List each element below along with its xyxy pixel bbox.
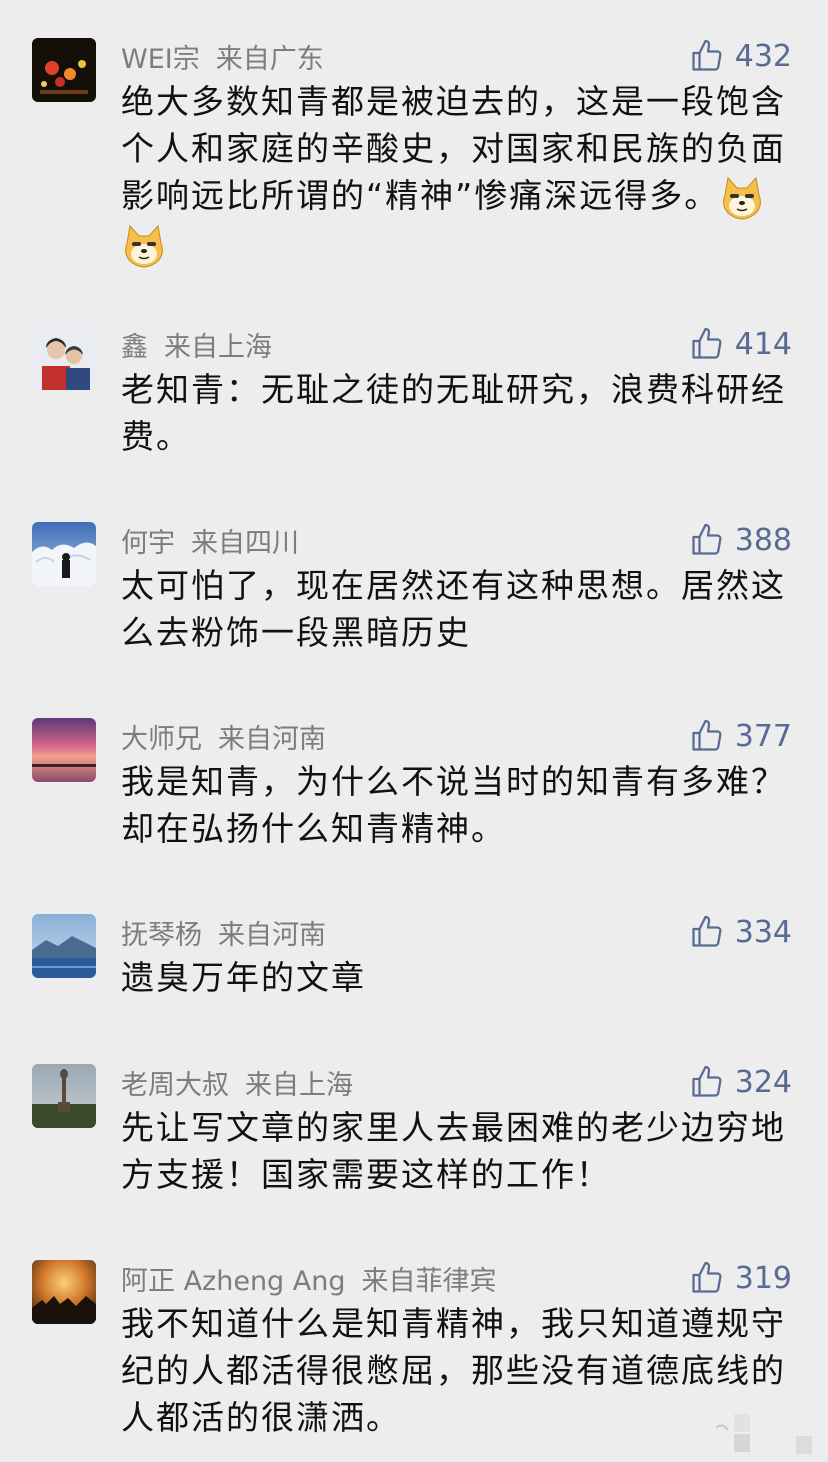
comment-text: 太可怕了，现在居然还有这种思想。居然这么去粉饰一段黑暗历史: [121, 566, 786, 652]
comment-text: 我是知青，为什么不说当时的知青有多难？却在弘扬什么知青精神。: [121, 762, 786, 848]
like-button[interactable]: 377: [689, 716, 792, 756]
like-button[interactable]: 319: [689, 1258, 792, 1298]
avatar[interactable]: [32, 522, 96, 586]
thumbs-up-icon: [692, 1065, 722, 1097]
doge-emoji-icon: [719, 175, 765, 221]
avatar[interactable]: [32, 38, 96, 102]
comment-location: 来自菲律宾: [361, 1265, 497, 1297]
thumbs-up-icon: [692, 39, 722, 71]
comment-text: 先让写文章的家里人去最困难的老少边穷地方支援！国家需要这样的工作！: [121, 1108, 786, 1194]
comment-location: 来自上海: [245, 1069, 353, 1101]
commenter-name[interactable]: WEI宗: [121, 37, 200, 76]
comment-text: 我不知道什么是知青精神，我只知道遵规守纪的人都活得很憋屈，那些没有道德底线的人都…: [121, 1304, 786, 1437]
doge-emoji-icon: [121, 223, 167, 269]
like-count: 414: [734, 326, 792, 362]
commenter-name[interactable]: 抚琴杨: [121, 913, 202, 952]
commenter-name[interactable]: 鑫: [121, 325, 148, 364]
like-button[interactable]: 414: [689, 324, 792, 364]
commenter-name[interactable]: 老周大叔: [121, 1063, 229, 1102]
avatar[interactable]: [32, 718, 96, 782]
comment-location: 来自广东: [215, 43, 324, 75]
like-button[interactable]: 388: [689, 520, 792, 560]
like-count: 432: [734, 38, 792, 74]
avatar[interactable]: [32, 1260, 96, 1324]
like-count: 319: [734, 1260, 792, 1296]
commenter-name[interactable]: 何宇: [121, 521, 175, 560]
like-count: 388: [734, 522, 792, 558]
avatar[interactable]: [32, 914, 96, 978]
like-button[interactable]: 334: [689, 912, 792, 952]
like-count: 324: [734, 1064, 792, 1100]
comment-text: 绝大多数知青都是被迫去的，这是一段饱含个人和家庭的辛酸史，对国家和民族的负面影响…: [121, 82, 786, 215]
comment-text: 老知青：无耻之徒的无耻研究，浪费科研经费。: [121, 370, 786, 456]
watermark-icon: [712, 1408, 822, 1462]
avatar[interactable]: [32, 1064, 96, 1128]
comment-location: 来自河南: [218, 723, 326, 755]
thumbs-up-icon: [692, 327, 722, 359]
like-count: 334: [734, 914, 792, 950]
comment-location: 来自上海: [164, 331, 272, 363]
comment-location: 来自河南: [218, 919, 326, 951]
thumbs-up-icon: [692, 1261, 722, 1293]
comment-location: 来自四川: [191, 527, 299, 559]
thumbs-up-icon: [692, 719, 722, 751]
avatar[interactable]: [32, 326, 96, 390]
like-count: 377: [734, 718, 792, 754]
comment-text: 遗臭万年的文章: [121, 958, 366, 997]
like-button[interactable]: 324: [689, 1062, 792, 1102]
like-button[interactable]: 432: [689, 36, 792, 76]
commenter-name[interactable]: 大师兄: [121, 717, 202, 756]
thumbs-up-icon: [692, 915, 722, 947]
thumbs-up-icon: [692, 523, 722, 555]
commenter-name[interactable]: 阿正 Azheng Ang: [121, 1259, 346, 1298]
